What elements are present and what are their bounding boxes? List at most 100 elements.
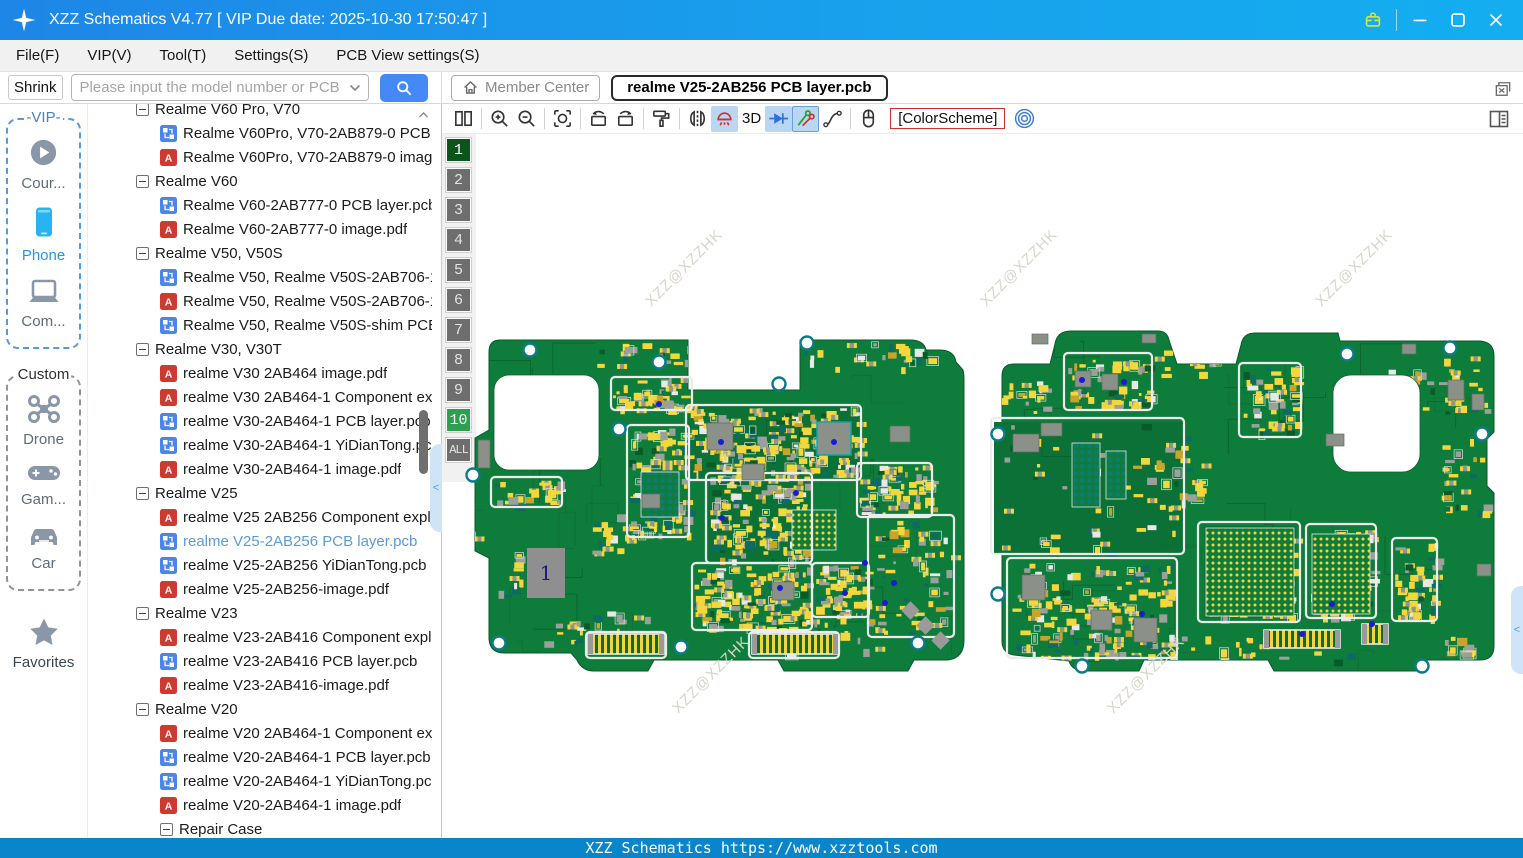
sidebar-item-cour[interactable]: Cour... xyxy=(10,136,77,192)
collapse-minus-icon[interactable] xyxy=(136,174,149,188)
tree-group[interactable]: Realme V30, V30T xyxy=(88,337,432,361)
tree-file-pdf[interactable]: ARealme V60Pro, V70-2AB879-0 image.pdf xyxy=(88,145,432,169)
collapse-minus-icon[interactable] xyxy=(136,104,149,116)
tree-file-pdf[interactable]: Arealme V23-2AB416 Component explosion.p… xyxy=(88,625,432,649)
tree-scrollbar[interactable] xyxy=(417,104,431,838)
paint-roller-icon[interactable] xyxy=(648,106,675,132)
menu-item-vip-v-[interactable]: VIP(V) xyxy=(87,47,131,64)
menu-item-file-f-[interactable]: File(F) xyxy=(16,47,59,64)
collapse-minus-icon[interactable] xyxy=(136,342,149,356)
fit-view-icon[interactable] xyxy=(549,106,576,132)
tree-group[interactable]: Realme V60 xyxy=(88,169,432,193)
close-tab-icon[interactable] xyxy=(1493,79,1513,99)
collapse-minus-icon[interactable] xyxy=(136,606,149,620)
collapse-minus-icon[interactable] xyxy=(160,822,173,836)
license-case-icon[interactable] xyxy=(1358,6,1388,34)
tree-collapse-handle[interactable]: < xyxy=(430,444,442,532)
tree-file-pcb[interactable]: Realme V60-2AB777-0 PCB layer.pcb xyxy=(88,193,432,217)
sidebar-item-favorites[interactable]: Favorites xyxy=(6,617,81,671)
layer-button-5[interactable]: 5 xyxy=(446,258,471,282)
scrollbar-thumb[interactable] xyxy=(419,410,428,474)
app-logo-icon xyxy=(9,5,39,35)
close-button[interactable] xyxy=(1481,6,1511,34)
tree-file-pcb[interactable]: realme V20-2AB464-1 PCB layer.pcb xyxy=(88,745,432,769)
tree-file-pcb[interactable]: realme V25-2AB256 YiDianTong.pcb xyxy=(88,553,432,577)
curve-tool-icon[interactable] xyxy=(819,106,846,132)
tree-file-pcb[interactable]: realme V25-2AB256 PCB layer.pcb xyxy=(88,529,432,553)
rotate-ccw-icon[interactable] xyxy=(585,106,612,132)
mirror-flip-icon[interactable] xyxy=(684,106,711,132)
tree-file-pdf[interactable]: Arealme V30 2AB464-1 Component explosion… xyxy=(88,385,432,409)
chevron-down-icon[interactable] xyxy=(349,84,361,92)
view-3d-button[interactable]: 3D xyxy=(738,110,765,127)
maximize-button[interactable] xyxy=(1443,6,1473,34)
diode-mode-icon[interactable] xyxy=(765,105,793,132)
compare-view-icon[interactable] xyxy=(450,106,477,132)
layer-button-2[interactable]: 2 xyxy=(446,168,471,192)
tree-group[interactable]: Realme V23 xyxy=(88,601,432,625)
tree-group[interactable]: Realme V60 Pro, V70 xyxy=(88,104,432,121)
scroll-up-icon[interactable] xyxy=(418,106,429,124)
layer-button-4[interactable]: 4 xyxy=(446,228,471,252)
tree-file-pcb[interactable]: realme V23-2AB416 PCB layer.pcb xyxy=(88,649,432,673)
layer-button-9[interactable]: 9 xyxy=(446,378,471,402)
tree-file-pdf[interactable]: Arealme V30 2AB464 image.pdf xyxy=(88,361,432,385)
pcb-canvas[interactable]: 1 1 2 3 4 5 6 7 8 9 10 ALL XZZ@XZZHK XZZ@XZZHK XZZ@X… xyxy=(442,134,1523,838)
probe-measure-icon[interactable] xyxy=(792,105,820,132)
tab-active-pcb-file[interactable]: realme V25-2AB256 PCB layer.pcb xyxy=(611,74,888,101)
layer-button-3[interactable]: 3 xyxy=(446,198,471,222)
tree-file-pcb[interactable]: realme V30-2AB464-1 PCB layer.pcb xyxy=(88,409,432,433)
member-center-button[interactable]: Member Center xyxy=(451,74,601,101)
tree-file-pcb[interactable]: Realme V60Pro, V70-2AB879-0 PCB layer.pc… xyxy=(88,121,432,145)
search-button[interactable] xyxy=(379,73,428,102)
tree-file-pdf[interactable]: Arealme V25-2AB256-image.pdf xyxy=(88,577,432,601)
shrink-button[interactable]: Shrink xyxy=(8,75,63,100)
sidebar-item-com[interactable]: Com... xyxy=(10,277,77,330)
tree-group[interactable]: Realme V25 xyxy=(88,481,432,505)
layer-button-7[interactable]: 7 xyxy=(446,318,471,342)
tree-file-pcb[interactable]: Realme V50, Realme V50S-2AB706-1 PCB lay… xyxy=(88,265,432,289)
sidebar-item-drone[interactable]: Drone xyxy=(10,393,77,448)
layer-button-10[interactable]: 10 xyxy=(446,408,471,432)
menu-item-pcb-view-settings-s-[interactable]: PCB View settings(S) xyxy=(336,47,479,64)
layer-button-6[interactable]: 6 xyxy=(446,288,471,312)
mouse-settings-icon[interactable] xyxy=(855,106,882,132)
tree-file-pdf[interactable]: Arealme V20-2AB464-1 image.pdf xyxy=(88,793,432,817)
tree-file-pdf[interactable]: ARealme V50, Realme V50S-2AB706-1 image.… xyxy=(88,289,432,313)
tree-file-pdf[interactable]: Arealme V25 2AB256 Component explosion.p… xyxy=(88,505,432,529)
layer-panel-toggle-icon[interactable] xyxy=(1487,107,1511,131)
minimize-button[interactable] xyxy=(1405,6,1435,34)
pcb-board-drawing[interactable]: 1 xyxy=(442,134,1523,838)
tree-file-pdf[interactable]: Arealme V23-2AB416-image.pdf xyxy=(88,673,432,697)
tree-file-pdf[interactable]: Arealme V20 2AB464-1 Component explosion… xyxy=(88,721,432,745)
rotate-cw-icon[interactable] xyxy=(612,106,639,132)
layer-button-8[interactable]: 8 xyxy=(446,348,471,372)
tree-file-pdf[interactable]: Arealme V30-2AB464-1 image.pdf xyxy=(88,457,432,481)
rings-visibility-icon[interactable] xyxy=(1011,106,1038,132)
tree-group[interactable]: Realme V20 xyxy=(88,697,432,721)
right-panel-handle[interactable]: < xyxy=(1511,586,1523,674)
layer-button-all[interactable]: ALL xyxy=(446,438,471,462)
collapse-minus-icon[interactable] xyxy=(136,246,149,260)
lamp-highlight-icon[interactable] xyxy=(711,105,738,132)
color-scheme-button[interactable]: [ColorScheme] xyxy=(890,108,1006,129)
tree-file-pcb[interactable]: realme V30-2AB464-1 YiDianTong.pcb xyxy=(88,433,432,457)
collapse-minus-icon[interactable] xyxy=(136,702,149,716)
tree-group[interactable]: Repair Case xyxy=(88,817,432,838)
layer-button-1[interactable]: 1 xyxy=(446,138,471,162)
model-search-combobox[interactable] xyxy=(70,74,369,101)
tree-file-pcb[interactable]: realme V20-2AB464-1 YiDianTong.pcb xyxy=(88,769,432,793)
tree-file-pcb[interactable]: Realme V50, Realme V50S-shim PCB layer.p… xyxy=(88,313,432,337)
tree-group[interactable]: Realme V50, V50S xyxy=(88,241,432,265)
search-input[interactable] xyxy=(71,79,349,96)
zoom-out-icon[interactable] xyxy=(513,106,540,132)
zoom-in-icon[interactable] xyxy=(486,106,513,132)
menu-item-settings-s-[interactable]: Settings(S) xyxy=(234,47,308,64)
menu-item-tool-t-[interactable]: Tool(T) xyxy=(160,47,207,64)
sidebar-item-gam[interactable]: Gam... xyxy=(10,461,77,508)
sidebar-item-phone[interactable]: Phone xyxy=(10,205,77,264)
tree-file-pdf[interactable]: A Realme V60-2AB777-0 image.pdf xyxy=(88,217,432,241)
collapse-minus-icon[interactable] xyxy=(136,486,149,500)
viewer-toolbar: 3D [ColorScheme] xyxy=(442,104,1523,134)
sidebar-item-car[interactable]: Car xyxy=(10,521,77,572)
